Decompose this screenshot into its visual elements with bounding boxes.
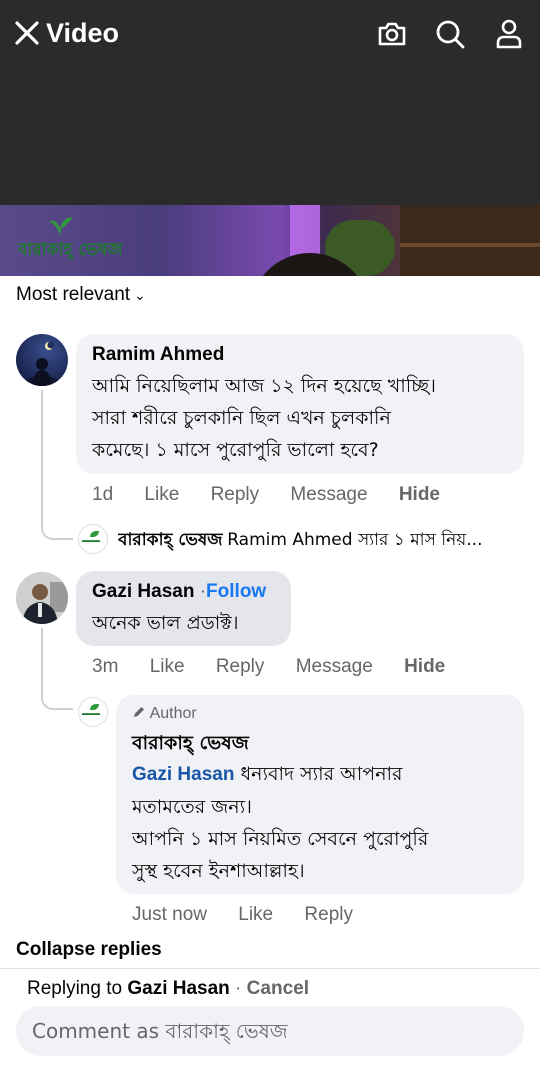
comment-actions: 3m Like Reply Message Hide: [92, 656, 471, 678]
cancel-reply-button[interactable]: Cancel: [247, 978, 309, 999]
collapse-replies-button[interactable]: Collapse replies: [16, 939, 162, 961]
avatar-image: [16, 572, 68, 624]
video-player[interactable]: বারাকাহ্ ভেষজ: [0, 205, 540, 276]
comment-composer[interactable]: [16, 1006, 524, 1056]
reply-bubble: Author বারাকাহ্ ভেষজ Gazi Hasan ধন্যবাদ …: [116, 695, 524, 894]
page-title: Video: [46, 18, 120, 48]
profile-icon[interactable]: [493, 18, 525, 50]
search-icon[interactable]: [434, 18, 466, 50]
reply-preview-name: বারাকাহ্ ভেষজ: [118, 530, 223, 550]
comment-text: আমি নিয়েছিলাম আজ ১২ দিন হয়েছে খাচ্ছি। …: [92, 375, 436, 461]
comment-time: 1d: [92, 484, 114, 505]
comment-text: অনেক ভাল প্রডাক্ট।: [92, 612, 239, 634]
avatar-page-logo[interactable]: ▬▬▬: [78, 524, 108, 554]
follow-button[interactable]: Follow: [206, 581, 266, 602]
sort-dropdown[interactable]: Most relevant ⌄: [16, 284, 146, 306]
mention-link[interactable]: Gazi Hasan: [132, 764, 234, 785]
reply-actions: Just now Like Reply: [132, 904, 379, 926]
brand-logo: বারাকাহ্ ভেষজ: [18, 240, 123, 260]
chevron-down-icon: ⌄: [134, 287, 146, 303]
like-button[interactable]: Like: [238, 904, 273, 925]
reply-preview[interactable]: বারাকাহ্ ভেষজ Ramim Ahmed স্যার ১ মাস নি…: [118, 527, 523, 555]
sort-label: Most relevant: [16, 284, 131, 305]
comment-bubble: Gazi Hasan ·Follow অনেক ভাল প্রডাক্ট।: [76, 571, 291, 646]
reply-text: Gazi Hasan ধন্যবাদ স্যার আপনার মতামতের জ…: [132, 763, 429, 882]
author-badge: Author: [149, 705, 197, 722]
comment-author[interactable]: Ramim Ahmed: [92, 344, 224, 366]
comment-author[interactable]: Gazi Hasan: [92, 581, 194, 602]
avatar-gazi-hasan[interactable]: [16, 572, 68, 624]
message-button[interactable]: Message: [296, 656, 373, 677]
hide-button[interactable]: Hide: [399, 484, 440, 505]
comment-bubble: Ramim Ahmed আমি নিয়েছিলাম আজ ১২ দিন হয়…: [76, 334, 524, 474]
top-bar: Video: [0, 0, 540, 205]
reply-button[interactable]: Reply: [216, 656, 265, 677]
replying-to-name: Gazi Hasan: [127, 978, 230, 999]
avatar-image: [24, 341, 60, 386]
leaf-icon: [90, 704, 99, 710]
reply-button[interactable]: Reply: [211, 484, 260, 505]
like-button[interactable]: Like: [144, 484, 179, 505]
comment-input[interactable]: [32, 1017, 502, 1045]
avatar-ramim-ahmed[interactable]: [16, 334, 68, 386]
comment-actions: 1d Like Reply Message Hide: [92, 484, 466, 506]
pencil-icon: [134, 707, 144, 717]
message-button[interactable]: Message: [290, 484, 367, 505]
avatar-page-logo[interactable]: ▬▬▬: [78, 697, 108, 727]
reply-time: Just now: [132, 904, 207, 925]
reply-preview-text: Ramim Ahmed স্যার ১ মাস নিয়...: [227, 530, 483, 550]
leaf-icon: [90, 531, 99, 537]
video-shelf: [400, 205, 540, 276]
like-button[interactable]: Like: [150, 656, 185, 677]
hide-button[interactable]: Hide: [404, 656, 445, 677]
camera-icon[interactable]: [376, 18, 408, 50]
reply-button[interactable]: Reply: [304, 904, 353, 925]
close-icon[interactable]: [14, 20, 40, 46]
comment-time: 3m: [92, 656, 119, 677]
replying-to-bar: Replying to Gazi Hasan · Cancel: [27, 978, 309, 999]
divider: [0, 968, 540, 969]
leaf-logo-icon: [49, 217, 73, 237]
reply-author[interactable]: বারাকাহ্ ভেষজ: [132, 729, 249, 761]
